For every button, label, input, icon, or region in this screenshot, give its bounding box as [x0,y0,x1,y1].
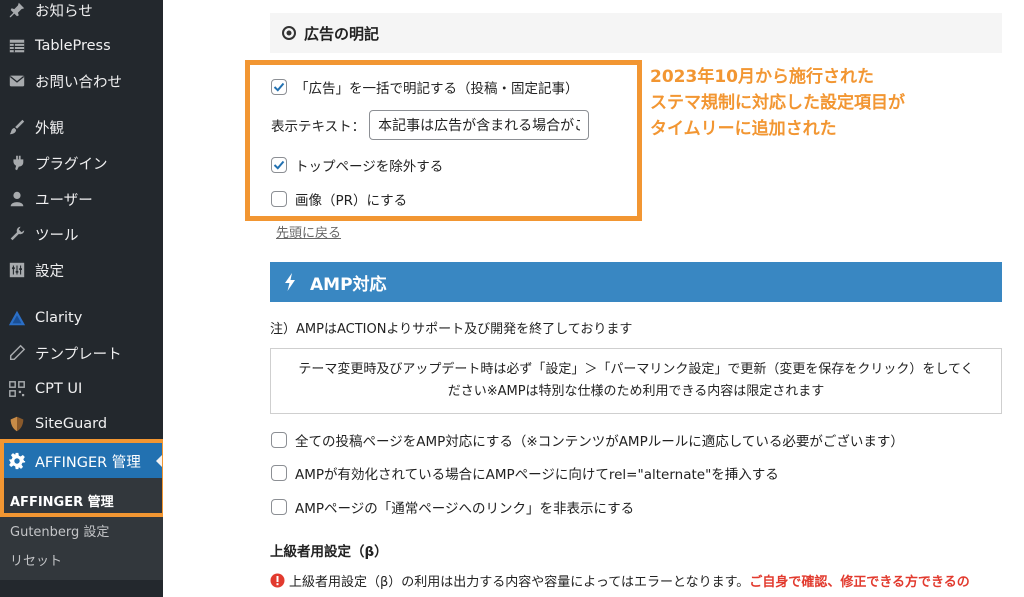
bolt-icon [285,273,295,291]
amp-option-row: AMPページの「通常ページへのリンク」を非表示にする [271,497,634,517]
amp-all-posts-checkbox[interactable] [271,432,287,448]
warning-text: 上級者用設定（β）の利用は出力する内容や容量によってはエラーとなります。 [289,575,750,590]
warning-red-text: ご自身で確認、修正できる方できるの [749,575,970,590]
sidebar-item-label: ツール [35,227,79,244]
amp-notice-box: テーマ変更時及びアップデート時は必ず「設定」＞「パーマリンク設定」で更新（変更を… [270,348,1002,414]
sidebar-highlight-box [0,439,166,517]
pin-icon [7,0,27,20]
sidebar-item-settings[interactable]: 設定 [0,252,163,288]
advanced-settings-title: 上級者用設定（β） [270,544,388,560]
amp-option-row: AMPが有効化されている場合にAMPページに向けてrel="alternate"… [271,463,779,483]
table-icon [7,36,27,56]
sidebar-item-label: TablePress [35,38,111,54]
amp-note: 注）AMPはACTIONよりサポート及び開発を終了しております [270,322,633,337]
sidebar-item-appearance[interactable]: 外観 [0,109,163,145]
wrench-icon [7,224,27,244]
annotation-line: 2023年10月から施行された [650,67,874,87]
submenu-item-gutenberg[interactable]: Gutenberg 設定 [10,521,109,540]
amp-option-label: AMPページの「通常ページへのリンク」を非表示にする [295,501,635,517]
section-title: 広告の明記 [304,24,380,43]
sidebar-item-clarity[interactable]: Clarity [0,300,163,336]
sidebar-item-contact[interactable]: お問い合わせ [0,63,163,99]
amp-option-row: 全ての投稿ページをAMP対応にする（※コンテンツがAMPルールに適応している必要… [271,430,904,450]
sidebar-item-plugins[interactable]: プラグイン [0,145,163,181]
sidebar-item-label: テンプレート [35,346,122,363]
amp-section-header: AMP対応 [270,262,1002,302]
eye-icon [282,26,296,40]
sidebar-item-label: Clarity [35,310,83,326]
sidebar-item-label: CPT UI [35,381,83,397]
sidebar-item-label: 設定 [35,263,64,280]
settings-icon [7,260,27,280]
pencil-icon [7,343,27,363]
screen: お知らせ TablePress お問い合わせ 外観 プラグイン ユーザー ツール… [0,0,1024,597]
back-to-top-link[interactable]: 先頭に戻る [276,222,341,241]
sidebar-item-template[interactable]: テンプレート [0,335,163,371]
sidebar-item-users[interactable]: ユーザー [0,181,163,217]
sidebar-item-label: ユーザー [35,192,93,209]
sidebar-item-label: SiteGuard [35,416,108,432]
notice-line: テーマ変更時及びアップデート時は必ず「設定」＞「パーマリンク設定」で更新（変更を… [298,362,974,377]
ad-highlight-box [245,60,642,221]
sidebar-item-label: プラグイン [35,156,108,173]
sidebar-item-cpt-ui[interactable]: CPT UI [0,371,163,407]
sidebar-item-label: お知らせ [35,3,93,20]
amp-alternate-checkbox[interactable] [271,465,287,481]
advanced-warning: 上級者用設定（β）の利用は出力する内容や容量によってはエラーとなります。 ご自身… [270,571,970,590]
warning-icon [270,573,285,588]
annotation-text: 2023年10月から施行された ステマ規制に対応した設定項目が タイムリーに追加… [650,64,905,142]
annotation-line: ステマ規制に対応した設定項目が [650,93,905,113]
amp-title: AMP対応 [310,274,387,295]
sidebar-item-label: 外観 [35,120,64,137]
amp-option-label: AMPが有効化されている場合にAMPページに向けてrel="alternate"… [295,467,779,483]
notice-line: ださい※AMPは特別な仕様のため利用できる内容は限定されます [447,384,825,399]
amp-option-label: 全ての投稿ページをAMP対応にする（※コンテンツがAMPルールに適応している必要… [295,434,904,450]
shield-icon [7,414,27,434]
submenu-item-reset[interactable]: リセット [10,550,62,569]
brush-icon [7,117,27,137]
plugin-icon [7,153,27,173]
mail-icon [7,71,27,91]
amp-hide-link-checkbox[interactable] [271,499,287,515]
admin-sidebar: お知らせ TablePress お問い合わせ 外観 プラグイン ユーザー ツール… [0,0,166,597]
sidebar-item-tools[interactable]: ツール [0,216,163,252]
clarity-icon [7,308,27,328]
sidebar-item-tablepress[interactable]: TablePress [0,28,163,64]
user-icon [7,189,27,209]
qr-icon [7,379,27,399]
ad-section-header: 広告の明記 [270,13,1002,53]
sidebar-item-siteguard[interactable]: SiteGuard [0,406,163,442]
sidebar-item-notices[interactable]: お知らせ [0,0,163,28]
annotation-line: タイムリーに追加された [650,119,837,139]
sidebar-item-label: お問い合わせ [35,74,122,91]
